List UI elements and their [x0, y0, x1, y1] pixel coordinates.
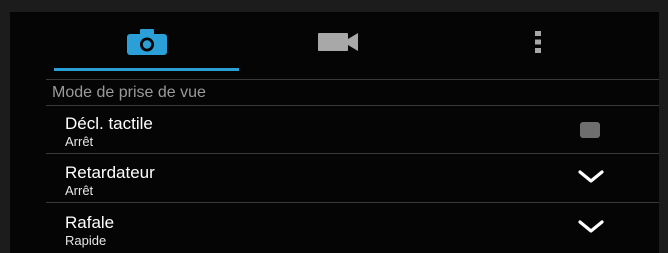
setting-value: Arrêt	[65, 134, 94, 149]
setting-row-self-timer[interactable]: Retardateur Arrêt	[46, 155, 659, 203]
active-tab-indicator	[54, 68, 239, 71]
setting-value: Arrêt	[65, 183, 94, 198]
tab-bar	[10, 12, 659, 72]
setting-title: Rafale	[65, 213, 115, 232]
camera-icon	[126, 29, 167, 55]
settings-panel: Mode de prise de vue Décl. tactile Arrêt…	[10, 12, 659, 253]
setting-title: Retardateur	[65, 163, 155, 182]
setting-row-touch-shutter[interactable]: Décl. tactile Arrêt	[46, 106, 659, 154]
video-camera-icon	[317, 33, 358, 51]
setting-value: Rapide	[65, 233, 107, 248]
divider	[46, 79, 659, 80]
chevron-down-icon[interactable]	[578, 219, 604, 235]
setting-title: Décl. tactile	[65, 114, 153, 133]
tab-video[interactable]	[245, 12, 430, 72]
divider	[46, 153, 659, 154]
more-vertical-icon	[534, 31, 541, 53]
tab-camera[interactable]	[54, 12, 239, 72]
divider	[46, 202, 659, 203]
section-title: Mode de prise de vue	[52, 84, 206, 101]
section-header: Mode de prise de vue	[46, 81, 659, 105]
touch-shutter-checkbox[interactable]	[580, 122, 600, 138]
tab-more-options[interactable]	[450, 12, 625, 72]
chevron-down-icon[interactable]	[578, 169, 604, 185]
setting-row-burst[interactable]: Rafale Rapide	[46, 205, 659, 253]
